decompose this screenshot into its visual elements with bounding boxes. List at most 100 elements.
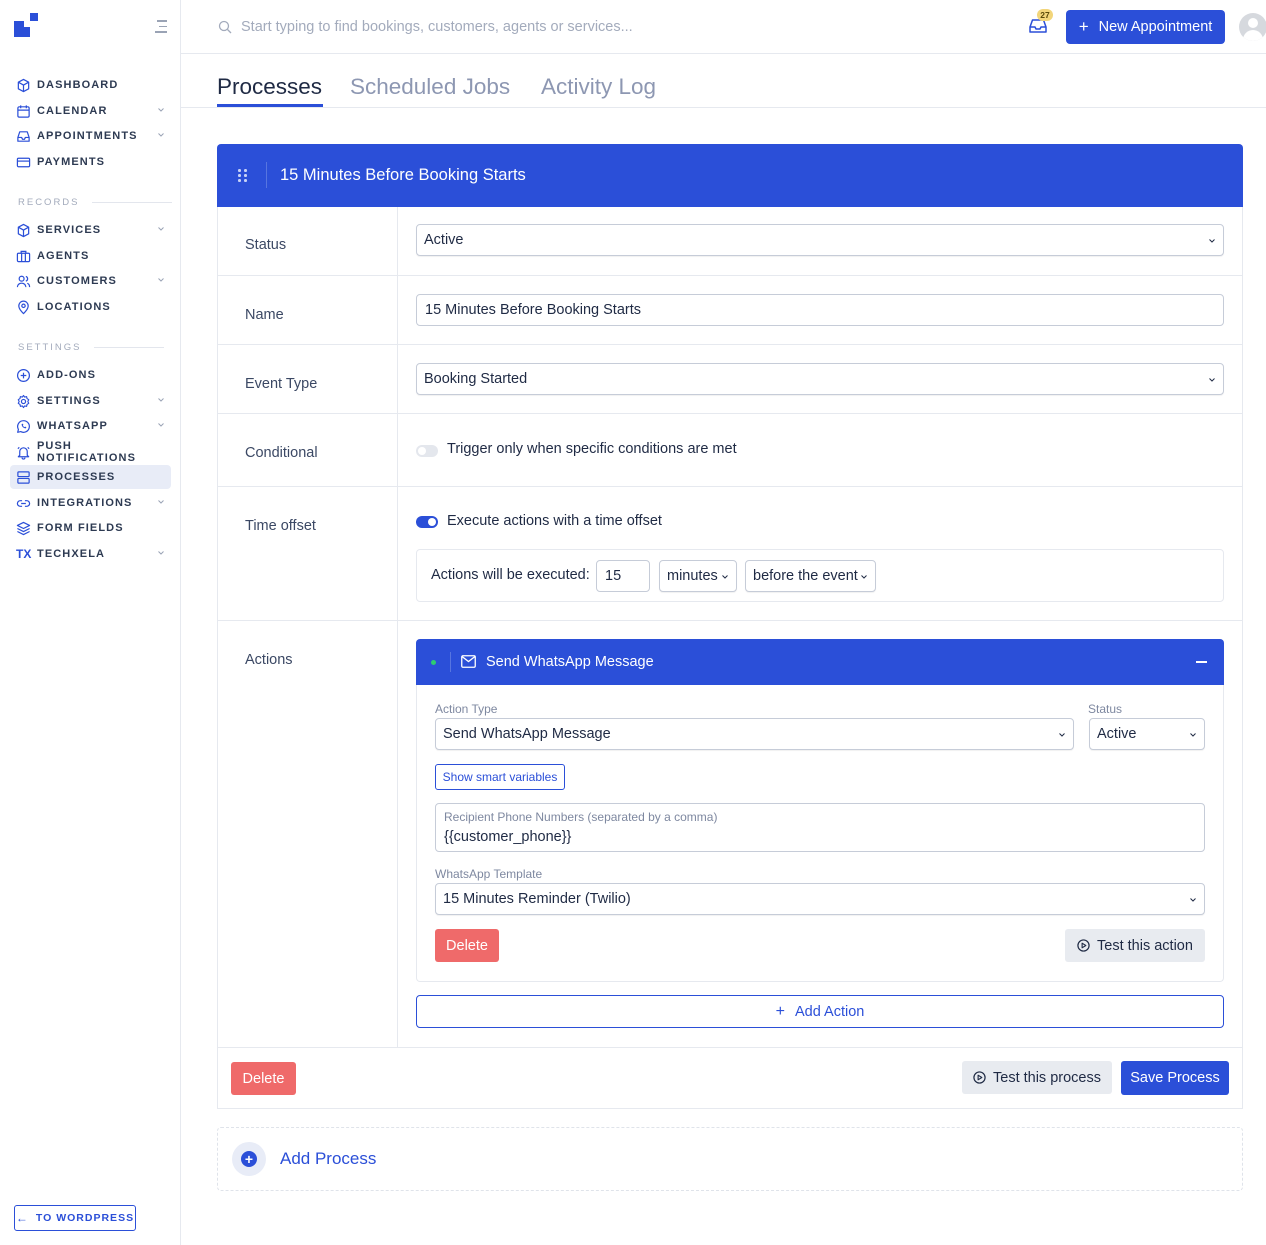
status-dot bbox=[431, 660, 436, 665]
sidebar-item-processes[interactable]: PROCESSES bbox=[10, 465, 171, 489]
actions-label: Actions bbox=[245, 652, 293, 668]
active-tab-indicator bbox=[217, 104, 323, 107]
sidebar-item-dashboard[interactable]: DASHBOARD bbox=[10, 73, 171, 97]
show-smart-variables-button[interactable]: Show smart variables bbox=[435, 764, 565, 790]
new-appointment-button[interactable]: + New Appointment bbox=[1066, 10, 1225, 44]
settings-label: SETTINGS bbox=[18, 342, 82, 353]
conditional-toggle[interactable] bbox=[416, 445, 438, 457]
sidebar-item-label: TECHXELA bbox=[37, 548, 106, 560]
chevron-down-icon bbox=[722, 575, 728, 579]
to-wordpress-label: TO WORDPRESS bbox=[35, 1212, 135, 1224]
chevron-down-icon bbox=[158, 227, 164, 231]
event-type-select[interactable]: Booking Started bbox=[416, 363, 1224, 395]
sidebar-item-settings[interactable]: SETTINGS bbox=[10, 389, 171, 413]
add-action-label: Add Action bbox=[795, 1003, 865, 1020]
chevron-down-icon bbox=[158, 423, 164, 427]
test-action-label: Test this action bbox=[1097, 937, 1193, 954]
sidebar-item-integrations[interactable]: INTEGRATIONS bbox=[10, 491, 171, 515]
tab-processes[interactable]: Processes bbox=[217, 74, 322, 100]
sidebar-item-label: LOCATIONS bbox=[37, 301, 111, 313]
box-icon bbox=[17, 223, 30, 237]
play-circle-icon bbox=[973, 1071, 986, 1084]
mail-icon bbox=[461, 655, 476, 668]
name-input[interactable]: 15 Minutes Before Booking Starts bbox=[416, 294, 1224, 326]
sidebar-item-customers[interactable]: CUSTOMERS bbox=[10, 269, 171, 293]
calendar-icon bbox=[17, 104, 30, 118]
sidebar-item-calendar[interactable]: CALENDAR bbox=[10, 99, 171, 123]
sidebar-item-locations[interactable]: LOCATIONS bbox=[10, 295, 171, 319]
process-header[interactable]: 15 Minutes Before Booking Starts bbox=[217, 144, 1243, 207]
add-process-button[interactable]: + Add Process bbox=[217, 1127, 1243, 1191]
sidebar-item-label: SERVICES bbox=[37, 224, 102, 236]
action-type-select[interactable]: Send WhatsApp Message bbox=[435, 718, 1074, 750]
delete-process-button[interactable]: Delete bbox=[231, 1062, 296, 1095]
tab-activity-log[interactable]: Activity Log bbox=[541, 74, 656, 100]
sidebar-item-label: CUSTOMERS bbox=[37, 275, 117, 287]
chevron-down-icon bbox=[158, 108, 164, 112]
action-type-label: Action Type bbox=[435, 702, 498, 716]
offset-direction-select[interactable]: before the event bbox=[745, 560, 876, 592]
time-offset-settings: Actions will be executed: 15 minutes bef… bbox=[416, 549, 1224, 602]
conditional-label: Conditional bbox=[245, 445, 318, 461]
tx-icon: TX bbox=[16, 547, 32, 561]
test-process-button[interactable]: Test this process bbox=[962, 1061, 1112, 1094]
action-header[interactable]: Send WhatsApp Message bbox=[416, 639, 1224, 685]
sidebar-item-agents[interactable]: AGENTS bbox=[10, 244, 171, 268]
records-label: RECORDS bbox=[18, 197, 80, 208]
offset-value-input[interactable]: 15 bbox=[596, 560, 650, 592]
play-circle-icon bbox=[1077, 939, 1090, 952]
event-type-label: Event Type bbox=[245, 376, 318, 392]
add-action-button[interactable]: + Add Action bbox=[416, 995, 1224, 1028]
sidebar-item-label: INTEGRATIONS bbox=[37, 497, 133, 509]
sidebar-item-form-fields[interactable]: FORM FIELDS bbox=[10, 516, 171, 540]
status-select-value: Active bbox=[424, 232, 464, 248]
notification-badge: 27 bbox=[1037, 9, 1053, 21]
sidebar-item-add-ons[interactable]: ADD-ONS bbox=[10, 363, 171, 387]
test-action-button[interactable]: Test this action bbox=[1065, 929, 1205, 962]
chevron-down-icon bbox=[1059, 733, 1065, 737]
divider bbox=[218, 275, 1242, 276]
collapse-icon[interactable] bbox=[1196, 661, 1207, 663]
sidebar-item-label: ADD-ONS bbox=[37, 369, 97, 381]
status-select[interactable]: Active bbox=[416, 224, 1224, 256]
topbar: 27 + New Appointment bbox=[181, 0, 1266, 54]
sidebar-item-label: SETTINGS bbox=[37, 395, 101, 407]
chevron-down-icon bbox=[158, 398, 164, 402]
sidebar-item-services[interactable]: SERVICES bbox=[10, 218, 171, 242]
divider bbox=[218, 486, 1242, 487]
sidebar-item-techxela[interactable]: TX TECHXELA bbox=[10, 542, 171, 566]
sidebar: DASHBOARD CALENDAR APPOINTMENTS PAYMENTS… bbox=[0, 0, 181, 1245]
sidebar-item-label: PUSH NOTIFICATIONS bbox=[37, 440, 137, 464]
delete-action-button[interactable]: Delete bbox=[435, 929, 499, 962]
to-wordpress-button[interactable]: ← TO WORDPRESS bbox=[14, 1205, 136, 1231]
plus-icon: + bbox=[1078, 17, 1089, 36]
drag-handle-icon[interactable] bbox=[238, 169, 248, 183]
link-icon bbox=[16, 499, 31, 507]
chevron-down-icon bbox=[1209, 378, 1215, 382]
tab-scheduled-jobs[interactable]: Scheduled Jobs bbox=[350, 74, 510, 100]
time-offset-toggle[interactable] bbox=[416, 516, 438, 528]
divider bbox=[450, 652, 451, 672]
action-status-select[interactable]: Active bbox=[1089, 718, 1205, 750]
sidebar-item-appointments[interactable]: APPOINTMENTS bbox=[10, 124, 171, 148]
logo[interactable] bbox=[14, 13, 38, 37]
save-process-button[interactable]: Save Process bbox=[1121, 1061, 1229, 1095]
recipient-value: {{customer_phone}} bbox=[444, 829, 572, 845]
chevron-down-icon bbox=[1209, 239, 1215, 243]
settings-section-label: SETTINGS bbox=[18, 342, 164, 353]
offset-unit-select[interactable]: minutes bbox=[659, 560, 737, 592]
time-offset-label: Time offset bbox=[245, 518, 316, 534]
recipient-phone-field[interactable]: Recipient Phone Numbers (separated by a … bbox=[435, 803, 1205, 852]
whatsapp-template-select[interactable]: 15 Minutes Reminder (Twilio) bbox=[435, 883, 1205, 915]
plus-circle-icon bbox=[16, 368, 31, 382]
tab-bar: Processes Scheduled Jobs Activity Log bbox=[181, 54, 1266, 108]
sidebar-item-whatsapp[interactable]: WHATSAPP bbox=[10, 414, 171, 438]
search-input[interactable] bbox=[241, 14, 801, 40]
name-label: Name bbox=[245, 307, 284, 323]
users-icon bbox=[16, 275, 31, 287]
avatar[interactable] bbox=[1239, 13, 1266, 41]
sidebar-item-push-notifications[interactable]: PUSH NOTIFICATIONS bbox=[10, 440, 171, 464]
menu-toggle-icon[interactable] bbox=[155, 20, 167, 36]
event-type-value: Booking Started bbox=[424, 371, 528, 387]
sidebar-item-payments[interactable]: PAYMENTS bbox=[10, 150, 171, 174]
